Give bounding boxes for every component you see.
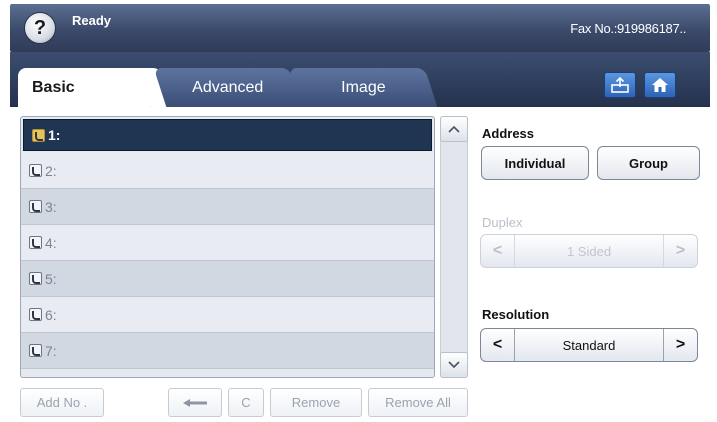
chevron-down-icon [448, 361, 460, 369]
backspace-button[interactable] [168, 388, 222, 417]
fax-number: Fax No.:919986187.. [570, 21, 686, 36]
tab-basic-label: Basic [32, 78, 75, 96]
list-item-label: 5: [45, 270, 57, 287]
scroll-down-button[interactable] [440, 352, 468, 378]
list-item-label: 7: [45, 342, 57, 359]
individual-button[interactable]: Individual [481, 146, 589, 180]
duplex-selector[interactable]: < 1 Sided > [480, 234, 698, 268]
list-item[interactable]: 4: [21, 225, 434, 261]
list-item-label: 4: [45, 234, 57, 251]
remove-all-button[interactable]: Remove All [368, 388, 468, 417]
home-button[interactable] [644, 72, 676, 98]
add-number-button[interactable]: Add No . [20, 388, 104, 417]
basic-tab-panel: 1: 2: 3: 4: 5: 6: 7: Add No . C Remove R… [10, 107, 710, 422]
chevron-up-icon [448, 125, 460, 133]
tab-bar: Basic Advanced Image [10, 52, 710, 107]
resolution-selector[interactable]: < Standard > [480, 328, 698, 362]
resolution-next-button[interactable]: > [663, 329, 697, 361]
phone-icon [29, 344, 42, 357]
list-item-label: 6: [45, 306, 57, 323]
list-item[interactable]: 5: [21, 261, 434, 297]
tray-icon [611, 77, 629, 93]
resolution-label: Resolution [482, 307, 550, 322]
home-icon [652, 78, 668, 92]
tab-advanced[interactable]: Advanced [153, 68, 303, 107]
fax-number-list: 1: 2: 3: 4: 5: 6: 7: [20, 116, 435, 378]
status-bar: ? Ready Fax No.:919986187.. [10, 4, 710, 52]
clear-button[interactable]: C [228, 388, 264, 417]
phone-icon [29, 236, 42, 249]
question-icon: ? [33, 16, 47, 39]
resolution-value: Standard [562, 337, 616, 353]
list-item[interactable]: 3: [21, 189, 434, 225]
backspace-icon [183, 398, 207, 407]
list-item-label: 2: [45, 162, 57, 179]
list-item[interactable]: 6: [21, 297, 434, 333]
phone-icon [29, 164, 42, 177]
list-item-label: 1: [48, 127, 61, 143]
phone-icon [29, 272, 42, 285]
scroll-up-button[interactable] [440, 116, 468, 142]
tab-advanced-label: Advanced [192, 78, 264, 96]
tab-image-label: Image [340, 78, 386, 96]
machine-status: Ready [72, 13, 112, 28]
tray-button[interactable] [604, 72, 636, 98]
duplex-next-button[interactable]: > [663, 235, 697, 267]
help-button[interactable]: ? [24, 12, 56, 44]
duplex-value: 1 Sided [566, 243, 612, 259]
remove-button[interactable]: Remove [270, 388, 362, 417]
address-label: Address [482, 126, 535, 141]
list-item[interactable]: 7: [21, 333, 434, 369]
tab-basic[interactable]: Basic [18, 68, 150, 107]
phone-icon [29, 200, 42, 213]
resolution-prev-button[interactable]: < [481, 329, 515, 361]
list-item-label: 3: [45, 198, 57, 215]
phone-icon [32, 128, 45, 142]
duplex-prev-button[interactable]: < [481, 235, 515, 267]
tab-image[interactable]: Image [288, 68, 438, 107]
phone-icon [29, 308, 42, 321]
group-button[interactable]: Group [597, 146, 700, 180]
list-scrollbar[interactable] [440, 116, 468, 378]
list-item[interactable]: 2: [21, 153, 434, 189]
duplex-label: Duplex [482, 215, 523, 230]
list-item[interactable]: 1: [23, 119, 432, 151]
